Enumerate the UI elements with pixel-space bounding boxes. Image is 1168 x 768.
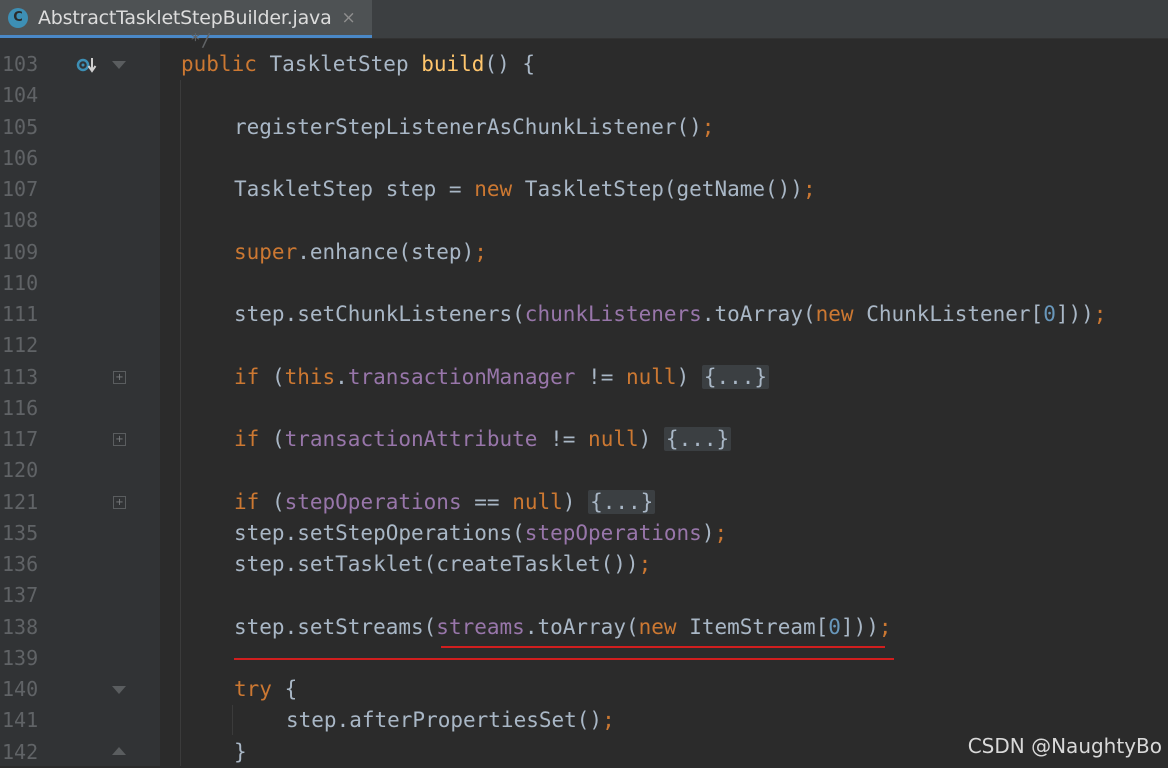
code-line: 107 TaskletStep step = new TaskletStep(g… <box>0 174 1168 205</box>
code-line: 140 try { <box>0 674 1168 705</box>
line-number: 110 <box>2 271 39 295</box>
code-line: 138 step.setStreams(streams.toArray(new … <box>0 612 1168 643</box>
close-tab-icon[interactable]: × <box>342 8 356 28</box>
code-line: 104 <box>0 80 1168 111</box>
code-text: try { <box>234 677 298 701</box>
line-number: 113 <box>2 365 39 389</box>
fold-expand-icon[interactable]: + <box>113 371 126 384</box>
line-number: 116 <box>2 396 39 420</box>
highlight-underline <box>441 646 885 648</box>
code-text: public TaskletStep build() { <box>181 52 536 76</box>
code-line: 136 step.setTasklet(createTasklet()); <box>0 549 1168 580</box>
tab-abstract-tasklet-step-builder[interactable]: C AbstractTaskletStepBuilder.java × <box>0 0 372 38</box>
code-line: 117 + if (transactionAttribute != null) … <box>0 424 1168 455</box>
code-text: if (transactionAttribute != null) {...} <box>234 427 732 451</box>
highlight-underline <box>234 658 894 660</box>
line-number: 139 <box>2 646 39 670</box>
code-text: } <box>234 740 247 764</box>
tab-title: AbstractTaskletStepBuilder.java <box>38 6 332 29</box>
line-number: 108 <box>2 208 39 232</box>
line-number: 104 <box>2 83 39 107</box>
line-number: 140 <box>2 677 39 701</box>
line-number: 137 <box>2 583 39 607</box>
line-number: 117 <box>2 427 39 451</box>
line-number: 109 <box>2 240 39 264</box>
code-line: 116 <box>0 393 1168 424</box>
code-text: TaskletStep step = new TaskletStep(getNa… <box>234 177 816 201</box>
java-class-icon: C <box>8 7 28 28</box>
code-line: 135 step.setStepOperations(stepOperation… <box>0 518 1168 549</box>
code-line: 111 step.setChunkListeners(chunkListener… <box>0 299 1168 330</box>
fold-expand-icon[interactable]: + <box>113 496 126 509</box>
fold-open-icon[interactable] <box>112 61 126 69</box>
code-text: step.afterPropertiesSet(); <box>286 708 615 732</box>
code-line: 108 <box>0 205 1168 236</box>
line-number: 141 <box>2 708 39 732</box>
line-number: 103 <box>2 52 39 76</box>
line-number: 135 <box>2 521 39 545</box>
code-line: 112 <box>0 330 1168 361</box>
line-number: 106 <box>2 146 39 170</box>
editor-tab-bar: C AbstractTaskletStepBuilder.java × <box>0 0 1168 39</box>
code-line: 103 public TaskletStep build() { <box>0 49 1168 80</box>
code-text: step.setChunkListeners(chunkListeners.to… <box>234 302 1107 326</box>
line-number: 111 <box>2 302 39 326</box>
code-text: step.setStreams(streams.toArray(new Item… <box>234 615 892 639</box>
code-text: registerStepListenerAsChunkListener(); <box>234 115 715 139</box>
line-number: 142 <box>2 740 39 764</box>
fold-open-icon[interactable] <box>112 686 126 694</box>
code-line: 106 <box>0 143 1168 174</box>
code-line: 105 registerStepListenerAsChunkListener(… <box>0 112 1168 143</box>
code-text: if (this.transactionManager != null) {..… <box>234 365 770 389</box>
code-text: if (stepOperations == null) {...} <box>234 490 656 514</box>
code-line: 137 <box>0 580 1168 611</box>
watermark: CSDN @NaughtyBo <box>967 734 1162 758</box>
line-number: 138 <box>2 615 39 639</box>
code-line: 121 + if (stepOperations == null) {...} <box>0 487 1168 518</box>
code-text: super.enhance(step); <box>234 240 487 264</box>
code-line: 110 <box>0 268 1168 299</box>
fold-expand-icon[interactable]: + <box>113 433 126 446</box>
code-text: step.setStepOperations(stepOperations); <box>234 521 728 545</box>
code-line: 109 super.enhance(step); <box>0 237 1168 268</box>
line-number: 120 <box>2 458 39 482</box>
line-number: 107 <box>2 177 39 201</box>
code-text: step.setTasklet(createTasklet()); <box>234 552 652 576</box>
line-number: 121 <box>2 490 39 514</box>
code-line: 141 step.afterPropertiesSet(); <box>0 705 1168 736</box>
code-line: 120 <box>0 455 1168 486</box>
fold-close-icon[interactable] <box>112 747 126 755</box>
line-number: 112 <box>2 333 39 357</box>
comment-end: */ <box>190 30 212 51</box>
line-number: 105 <box>2 115 39 139</box>
line-number: 136 <box>2 552 39 576</box>
code-line: 113 + if (this.transactionManager != nul… <box>0 362 1168 393</box>
